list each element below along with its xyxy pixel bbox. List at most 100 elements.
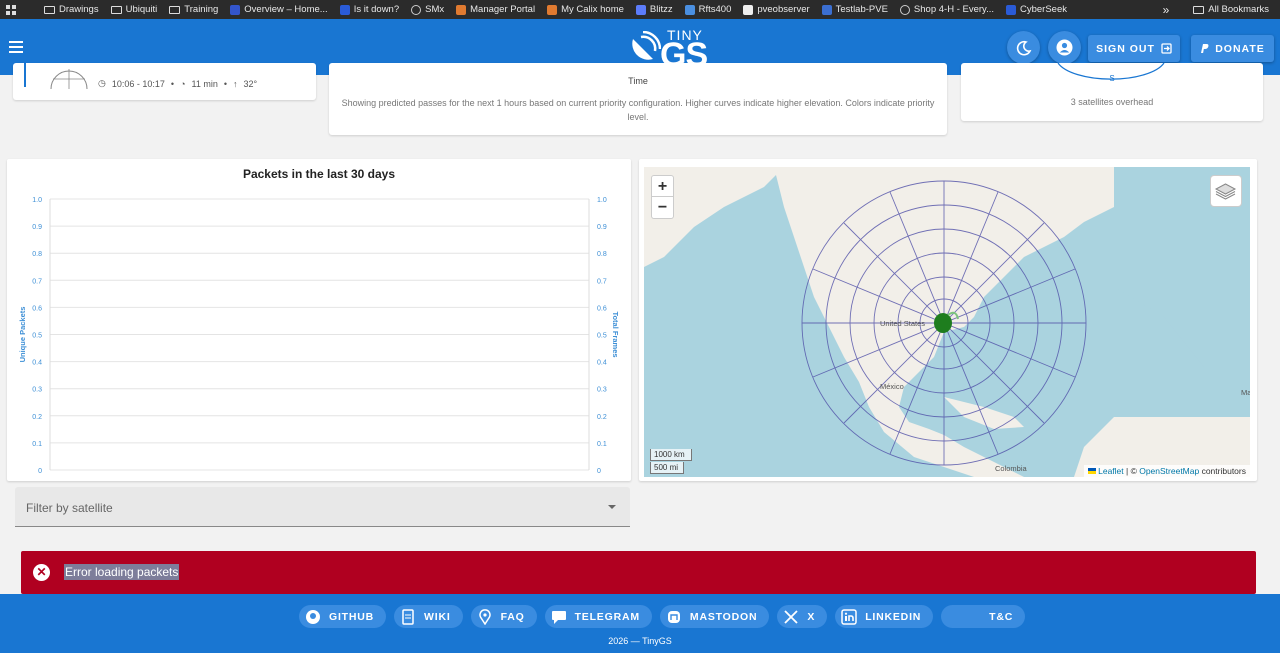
bookmark-label: Overview – Home... — [244, 4, 328, 15]
site-icon — [339, 4, 350, 15]
bookmark-item[interactable]: SMx — [405, 0, 450, 19]
zoom-out-button[interactable]: − — [652, 197, 673, 218]
footer-link-linkedin[interactable]: LINKEDIN — [835, 605, 934, 628]
bookmark-item[interactable]: Manager Portal — [450, 0, 541, 19]
footer-link-label: FAQ — [500, 610, 525, 623]
time-axis-label: Time — [628, 76, 648, 86]
y-tick-label: 0.8 — [32, 251, 42, 258]
footer-link-label: LINKEDIN — [865, 610, 922, 623]
map[interactable]: United States México Colombia Ma + − 100… — [644, 167, 1250, 477]
y2-tick-label: 0.6 — [597, 305, 607, 312]
location-icon — [478, 608, 491, 625]
y2-tick-label: 0.5 — [597, 333, 607, 340]
y2-tick-label: 0.4 — [597, 360, 607, 367]
bookmark-item[interactable]: pveobserver — [737, 0, 815, 19]
footer-link-x[interactable]: X — [777, 605, 828, 628]
satellites-overhead-text: 3 satellites overhead — [1070, 97, 1154, 107]
bookmark-item[interactable]: My Calix home — [541, 0, 630, 19]
attribution-separator: | © — [1123, 466, 1140, 476]
folder-icon — [44, 5, 55, 14]
bookmark-item[interactable]: Drawings — [38, 0, 105, 19]
station-marker[interactable] — [934, 313, 952, 333]
footer-link-label: X — [807, 610, 816, 623]
bookmark-item[interactable]: Overview – Home... — [224, 0, 333, 19]
filter-label: Filter by satellite — [26, 501, 113, 515]
y-tick-label: 0.5 — [32, 333, 42, 340]
bookmark-label: SMx — [425, 4, 445, 15]
bookmark-item[interactable]: Is it down? — [334, 0, 405, 19]
pass-elevation: 32° — [243, 78, 258, 89]
all-bookmarks-label: All Bookmarks — [1208, 4, 1269, 15]
more-bookmarks-button[interactable]: » — [1157, 0, 1188, 19]
bookmark-list: Drawings Ubiquiti Training Overview – Home.… — [22, 0, 1073, 19]
y2-tick-label: 0.9 — [597, 224, 607, 231]
y-tick-label: 0 — [38, 468, 42, 475]
menu-icon[interactable] — [9, 41, 23, 53]
bookmark-item[interactable]: Training — [163, 0, 224, 19]
footer-link-telegram[interactable]: TELEGRAM — [544, 605, 652, 628]
error-alert: ✕ Error loading packets — [21, 551, 1256, 594]
y-tick-label: 0.2 — [32, 414, 42, 421]
all-bookmarks-button[interactable]: All Bookmarks — [1187, 0, 1280, 19]
sign-out-button[interactable]: SIGN OUT — [1088, 35, 1180, 62]
clock-icon: ◷ — [98, 78, 106, 88]
bookmark-label: Is it down? — [353, 4, 400, 15]
zoom-control: + − — [651, 175, 674, 219]
bookmarks-bar: Drawings Ubiquiti Training Overview – Home.… — [0, 0, 1280, 19]
bookmark-item[interactable]: Ubiquiti — [105, 0, 164, 19]
bookmark-label: Rfts400 — [698, 4, 732, 15]
y-tick-label: 1.0 — [32, 197, 42, 204]
leaflet-link[interactable]: Leaflet — [1098, 466, 1124, 476]
site-icon — [230, 4, 241, 15]
site-icon — [743, 4, 754, 15]
overhead-card: S 3 satellites overhead — [961, 63, 1263, 121]
mastodon-icon — [667, 610, 680, 623]
layers-button[interactable] — [1210, 175, 1242, 207]
account-button[interactable] — [1048, 31, 1081, 64]
footer-link-faq[interactable]: FAQ — [470, 605, 537, 628]
github-icon — [306, 609, 320, 624]
site-icon — [547, 4, 558, 15]
footer-link-mastodon[interactable]: MASTODON — [659, 605, 770, 628]
footer-link-wiki[interactable]: WIKI — [394, 605, 463, 628]
footer-link-github[interactable]: GITHUB — [299, 605, 387, 628]
map-attribution: Leaflet | © OpenStreetMap contributors — [1083, 465, 1250, 477]
map-canvas — [644, 167, 1250, 477]
bookmark-item[interactable]: Rfts400 — [679, 0, 738, 19]
account-circle-icon — [1056, 39, 1073, 56]
zoom-in-button[interactable]: + — [652, 176, 673, 197]
y-tick-label: 0.3 — [32, 387, 42, 394]
wiki-icon — [402, 608, 414, 625]
site-icon — [684, 4, 695, 15]
chat-icon — [551, 610, 566, 624]
y2-tick-label: 0.2 — [597, 414, 607, 421]
footer-link-label: TELEGRAM — [574, 610, 640, 623]
sky-plot-marker: S — [1109, 74, 1115, 83]
elevation-arrow-icon: ↑ — [233, 78, 238, 89]
bookmark-label: pveobserver — [757, 4, 810, 15]
satellite-filter-select[interactable]: Filter by satellite — [15, 487, 630, 527]
scale-km: 1000 km — [650, 449, 692, 461]
bookmark-item[interactable]: Testlab-PVE — [816, 0, 894, 19]
bookmark-item[interactable]: CyberSeek — [1000, 0, 1073, 19]
bookmark-label: Manager Portal — [470, 4, 536, 15]
map-label-mexico: México — [880, 382, 904, 391]
footer-link-tc[interactable]: T&C — [941, 605, 1026, 628]
satellite-dish-icon — [632, 31, 661, 60]
osm-link[interactable]: OpenStreetMap — [1139, 466, 1199, 476]
donate-button[interactable]: DONATE — [1191, 35, 1274, 62]
copyright: 2026 — TinyGS — [608, 636, 672, 646]
attribution-tail: contributors — [1199, 466, 1246, 476]
dark-mode-button[interactable] — [1007, 31, 1040, 64]
footer-link-label: T&C — [989, 610, 1014, 623]
sign-out-label: SIGN OUT — [1096, 42, 1155, 55]
pass-duration: 11 min — [191, 78, 218, 89]
map-label-edge: Ma — [1241, 388, 1250, 397]
footer-link-label: WIKI — [424, 610, 451, 623]
apps-icon[interactable] — [0, 0, 22, 19]
site-icon — [821, 4, 832, 15]
y-tick-label: 0.1 — [32, 441, 42, 448]
bookmark-item[interactable]: Blitzz — [630, 0, 679, 19]
y-tick-label: 0.6 — [32, 305, 42, 312]
bookmark-item[interactable]: Shop 4-H - Every... — [894, 0, 1000, 19]
